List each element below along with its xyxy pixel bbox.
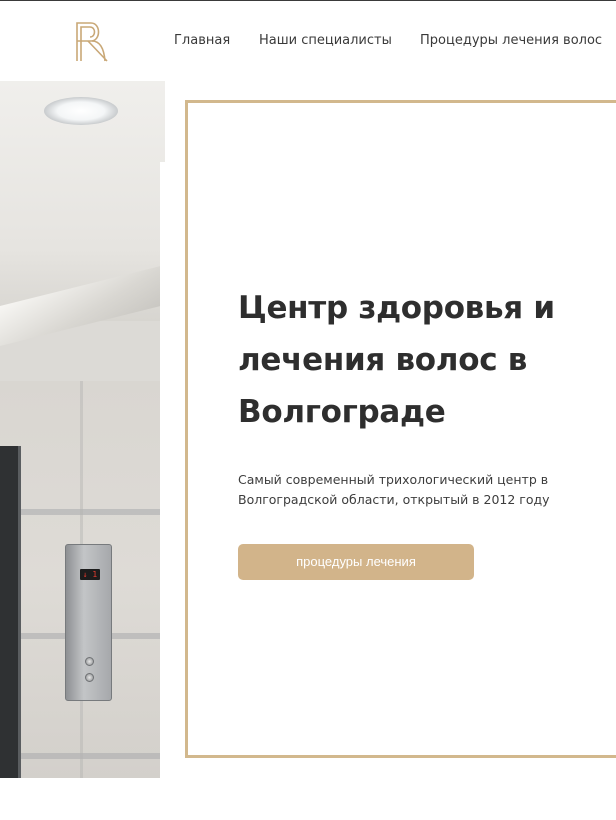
elevator-panel: ↓ 1 [65,544,112,701]
procedures-button[interactable]: процедуры лечения [238,544,474,580]
elevator-door [0,446,20,778]
elevator-button [85,657,94,666]
nav-procedures[interactable]: Процедуры лечения волос [420,32,602,50]
hero-title: Центр здоровья и лечения волос в Волгогр… [238,290,555,430]
photo-edge [160,162,165,778]
elevator-door-frame [18,446,21,778]
elevator-button [85,673,94,682]
site-header: Главная Наши специалисты Процедуры лечен… [0,1,616,81]
main-nav: Главная Наши специалисты Процедуры лечен… [0,32,616,52]
nav-specialists[interactable]: Наши специалисты [259,32,392,50]
nav-home[interactable]: Главная [174,32,230,50]
ceiling-lamp [44,97,118,125]
hero-subtitle: Самый современный трихологический центр … [238,472,550,507]
elevator-display: ↓ 1 [80,569,100,580]
clinic-interior-photo: ↓ 1 [0,81,165,778]
